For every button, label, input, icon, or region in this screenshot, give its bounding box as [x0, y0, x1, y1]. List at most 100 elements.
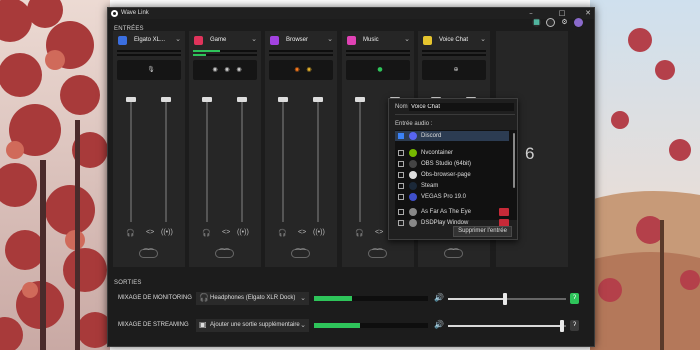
spotify-icon: ●	[377, 66, 383, 73]
headphones-icon[interactable]: 🎧	[355, 229, 364, 237]
effects-toggle[interactable]: ⁀⁀	[215, 249, 234, 258]
audio-input-label: Entrée audio :	[395, 121, 433, 127]
audio-input-item[interactable]: Discord	[395, 131, 509, 141]
output-level-meter	[314, 323, 428, 328]
channel-apps-box[interactable]: 🎙	[117, 60, 181, 80]
output-device-name: Ajouter une sortie supplémentaire	[210, 322, 300, 328]
monitor-fader-knob[interactable]	[278, 97, 288, 102]
audio-input-item[interactable]: Steam	[395, 181, 509, 191]
channel-apps-box[interactable]: ●	[346, 60, 410, 80]
output-volume-knob[interactable]	[503, 293, 507, 305]
chevron-down-icon[interactable]: ⌄	[480, 35, 486, 43]
chevron-down-icon[interactable]: ⌄	[327, 35, 333, 43]
channel-apps-box[interactable]: ◉ ◉	[269, 60, 333, 80]
channel-header[interactable]: Browser ⌄	[268, 34, 334, 47]
monitor-fader-knob[interactable]	[126, 97, 136, 102]
obs-browser-icon	[409, 171, 417, 179]
nvidia-icon	[409, 149, 417, 157]
chevron-down-icon[interactable]: ⌄	[404, 35, 410, 43]
browser-icon	[270, 36, 279, 45]
chrome-icon: ◉	[306, 66, 312, 73]
level-meter	[117, 50, 181, 52]
output-device-select[interactable]: 🎧 Headphones (Elgato XLR Dock) ⌄	[196, 292, 309, 305]
link-icon[interactable]: <>	[222, 229, 230, 236]
audio-input-list[interactable]: Discord Nvcontainer OBS Studio (64bit) O…	[395, 130, 517, 227]
audio-input-item[interactable]: Obs-browser-page	[395, 170, 509, 180]
headphones-icon[interactable]: 🎧	[126, 229, 135, 237]
broadcast-icon[interactable]: ((•))	[313, 229, 325, 236]
audio-input-item[interactable]: OBS Studio (64bit)	[395, 159, 509, 169]
channel-apps-box[interactable]: ◉ ◉ ◉	[193, 60, 257, 80]
checkbox[interactable]	[398, 172, 404, 178]
stream-fader[interactable]	[317, 97, 319, 222]
gear-icon[interactable]: ⚙	[560, 18, 569, 27]
level-meter	[269, 50, 333, 52]
checkbox[interactable]	[398, 133, 404, 139]
channel-footer: 🎧 <> ((•))	[189, 229, 261, 241]
chevron-down-icon[interactable]: ⌄	[251, 35, 257, 43]
checkbox[interactable]	[398, 209, 404, 215]
effects-toggle[interactable]: ⁀⁀	[444, 249, 463, 258]
checkbox[interactable]	[398, 150, 404, 156]
level-meter	[346, 54, 410, 56]
headphones-icon[interactable]: 🎧	[202, 229, 211, 237]
broadcast-icon[interactable]: ((•))	[237, 229, 249, 236]
output-volume-slider[interactable]	[448, 320, 566, 332]
maximize-button[interactable]: □	[555, 9, 569, 18]
checkbox[interactable]	[398, 194, 404, 200]
minimize-button[interactable]: –	[524, 9, 538, 18]
profile-avatar[interactable]	[574, 18, 583, 27]
speaker-icon[interactable]: 🔊	[434, 320, 444, 329]
channel-name: Music	[363, 37, 379, 43]
monitor-fader-knob[interactable]	[202, 97, 212, 102]
connect-icon[interactable]: ▦	[532, 18, 541, 27]
audio-input-label: Nvcontainer	[421, 150, 454, 156]
monitor-fader[interactable]	[206, 97, 208, 222]
headset-icon[interactable]	[546, 18, 555, 27]
monitor-fader-knob[interactable]	[355, 97, 365, 102]
link-icon[interactable]: <>	[375, 229, 383, 236]
speaker-icon[interactable]: 🔊	[434, 293, 444, 302]
headphones-icon[interactable]: 🎧	[278, 229, 287, 237]
output-volume-knob[interactable]	[560, 320, 564, 332]
audio-input-item[interactable]: Nvcontainer	[395, 148, 509, 158]
checkbox[interactable]	[398, 161, 404, 167]
output-volume-slider[interactable]	[448, 293, 566, 305]
checkbox[interactable]	[398, 220, 404, 226]
channel-apps-box[interactable]: ⊕	[422, 60, 486, 80]
chevron-down-icon[interactable]: ⌄	[175, 35, 181, 43]
channel-header[interactable]: Music ⌄	[345, 34, 411, 47]
audio-input-label: OBS Studio (64bit)	[421, 161, 472, 167]
close-button[interactable]: ✕	[581, 9, 595, 18]
effects-toggle[interactable]: ⁀⁀	[139, 249, 158, 258]
checkbox[interactable]	[398, 183, 404, 189]
channel-name: Voice Chat	[439, 37, 469, 43]
channel-name-input[interactable]	[409, 103, 514, 111]
delete-input-button[interactable]: Supprimer l'entrée	[453, 226, 512, 237]
link-icon[interactable]: <>	[146, 229, 154, 236]
audio-input-item[interactable]: As Far As The Eye	[395, 207, 509, 217]
stream-fader-knob[interactable]	[161, 97, 171, 102]
ear-icon[interactable]: ʔ	[570, 320, 579, 331]
stream-fader-knob[interactable]	[237, 97, 247, 102]
channel-header[interactable]: Elgato XL... ⌄	[116, 34, 182, 47]
output-device-icon: ▣	[199, 320, 207, 329]
broadcast-icon[interactable]: ((•))	[161, 229, 173, 236]
monitor-fader[interactable]	[282, 97, 284, 222]
ear-icon[interactable]: ʔ	[570, 293, 579, 304]
effects-toggle[interactable]: ⁀⁀	[291, 249, 310, 258]
level-meter	[346, 50, 410, 52]
voice-chat-icon	[423, 36, 432, 45]
stream-fader-knob[interactable]	[313, 97, 323, 102]
effects-toggle[interactable]: ⁀⁀	[368, 249, 387, 258]
list-scrollbar[interactable]	[513, 133, 515, 188]
link-icon[interactable]: <>	[298, 229, 306, 236]
stream-fader[interactable]	[165, 97, 167, 222]
audio-input-item[interactable]: VEGAS Pro 19.0	[395, 192, 509, 202]
channel-header[interactable]: Voice Chat ⌄	[421, 34, 487, 47]
stream-fader[interactable]	[241, 97, 243, 222]
monitor-fader[interactable]	[359, 97, 361, 222]
monitor-fader[interactable]	[130, 97, 132, 222]
output-device-select[interactable]: ▣ Ajouter une sortie supplémentaire ⌄	[196, 319, 309, 332]
channel-header[interactable]: Game ⌄	[192, 34, 258, 47]
